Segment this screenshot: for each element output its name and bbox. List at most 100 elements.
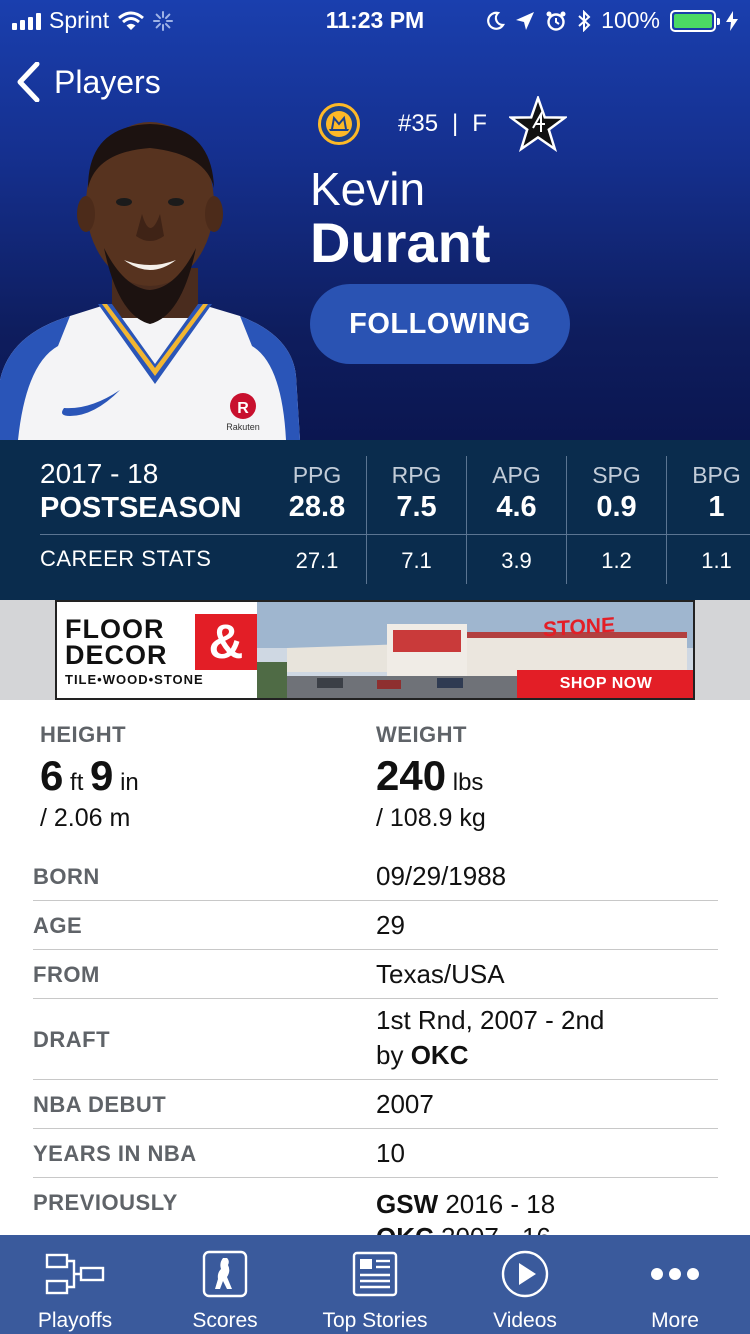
stat-career-value: 3.9	[501, 548, 532, 573]
tab-videos[interactable]: Videos	[450, 1235, 600, 1334]
previous-years: 2007 - 16	[441, 1222, 551, 1235]
height-feet-unit: ft	[70, 769, 84, 796]
height-inches-unit: in	[120, 769, 139, 796]
tab-label: Videos	[493, 1309, 557, 1332]
player-first-name: Kevin	[310, 163, 426, 215]
previous-years: 2016 - 18	[445, 1189, 556, 1219]
stat-career-value: 27.1	[295, 548, 339, 573]
player-meta: #35 | F	[318, 96, 567, 152]
stat-header: RPG	[391, 462, 442, 488]
player-bio: HEIGHT 6 ft 9 in / 2.06 m WEIGHT 240 lbs…	[0, 700, 750, 1235]
status-bar: Sprint 11:23 PM 100%	[0, 0, 750, 40]
charging-icon	[726, 10, 738, 31]
player-position: F	[472, 110, 487, 137]
back-label: Players	[54, 63, 161, 100]
stat-value: 1	[708, 491, 725, 523]
player-header: Sprint 11:23 PM 100% Players R Rakuten #…	[0, 0, 750, 440]
stat-header: BPG	[692, 462, 741, 488]
tab-label: More	[651, 1309, 699, 1332]
advertisement-banner[interactable]: FLOOR DECOR & TILE•WOOD•STONE STONE SHOP…	[55, 600, 695, 700]
row-value: 1st Rnd, 2007 - 2nd	[376, 1005, 605, 1035]
stat-career-value: 7.1	[401, 548, 432, 573]
height-feet: 6	[40, 752, 64, 799]
height-metric: / 2.06 m	[40, 804, 131, 832]
stat-column-apg: APG 4.6 3.9	[466, 456, 566, 584]
row-value: 2007	[376, 1089, 434, 1119]
stat-column-ppg: PPG 28.8 27.1	[267, 456, 367, 584]
player-last-name: Durant	[310, 211, 491, 274]
tab-bar: Playoffs Scores Top Stories Videos More	[0, 1235, 750, 1334]
season-type: POSTSEASON	[40, 492, 242, 524]
stat-column-bpg: BPG 1 1.1	[666, 456, 750, 584]
row-label: PREVIOUSLY	[33, 1190, 178, 1215]
previous-team[interactable]: GSW	[376, 1189, 438, 1219]
tab-playoffs[interactable]: Playoffs	[0, 1235, 150, 1334]
previous-team-row: OKC 2007 - 16	[376, 1222, 551, 1235]
row-value: 09/29/1988	[376, 861, 507, 891]
row-value: 29	[376, 910, 405, 940]
bio-row-age: AGE 29	[33, 901, 718, 950]
bluetooth-icon	[578, 9, 591, 32]
bio-row-born: BORN 09/29/1988	[33, 852, 718, 901]
weight-number: 240	[376, 752, 447, 799]
weight-unit: lbs	[452, 769, 484, 796]
previous-team[interactable]: OKC	[376, 1222, 434, 1235]
row-label: BORN	[33, 864, 100, 889]
tab-scores[interactable]: Scores	[150, 1235, 300, 1334]
row-value-draft-team: by OKC	[376, 1040, 468, 1071]
bracket-icon	[45, 1253, 105, 1295]
bio-row-debut: NBA DEBUT 2007	[33, 1080, 718, 1129]
warriors-logo-icon[interactable]	[318, 103, 360, 145]
alarm-icon	[546, 11, 566, 31]
bio-row-previously: PREVIOUSLY GSW 2016 - 18 OKC 2007 - 16	[33, 1178, 718, 1235]
tab-top-stories[interactable]: Top Stories	[300, 1235, 450, 1334]
jersey-number: #35	[398, 110, 439, 137]
ad-logo-ampersand: &	[195, 614, 257, 670]
meta-separator: |	[452, 110, 459, 137]
row-label: DRAFT	[33, 1027, 111, 1052]
season-stats-panel: 2017 - 18 POSTSEASON CAREER STATS PPG 28…	[0, 440, 750, 600]
stat-header: PPG	[292, 462, 342, 488]
moon-icon	[487, 11, 506, 30]
stat-value: 4.6	[496, 491, 537, 523]
tab-more[interactable]: More	[600, 1235, 750, 1334]
stat-career-value: 1.2	[601, 548, 632, 573]
row-label: AGE	[33, 913, 83, 938]
weight-metric: / 108.9 kg	[376, 804, 486, 832]
bio-row-years: YEARS IN NBA 10	[33, 1129, 718, 1178]
ad-logo-tagline: TILE•WOOD•STONE	[65, 672, 204, 687]
news-icon	[352, 1251, 398, 1297]
previous-team-row: GSW 2016 - 18	[376, 1189, 555, 1220]
career-stats-label: CAREER STATS	[40, 546, 212, 571]
season-year: 2017 - 18	[40, 458, 159, 489]
tab-label: Playoffs	[37, 1309, 113, 1332]
bio-row-draft: DRAFT 1st Rnd, 2007 - 2nd by OKC	[33, 999, 718, 1080]
stat-career-value: 1.1	[701, 548, 732, 573]
bio-row-from: FROM Texas/USA	[33, 950, 718, 999]
stat-column-rpg: RPG 7.5 7.1	[366, 456, 466, 584]
height-label: HEIGHT	[40, 722, 127, 747]
stat-column-spg: SPG 0.9 1.2	[566, 456, 666, 584]
stat-header: APG	[492, 462, 541, 488]
player-photo: R Rakuten	[0, 122, 300, 440]
shop-now-button[interactable]: SHOP NOW	[517, 670, 693, 698]
scoreboard-icon	[202, 1250, 248, 1298]
battery-percent: 100%	[601, 7, 660, 33]
row-value: Texas/USA	[376, 959, 505, 989]
height-inches: 9	[90, 752, 114, 799]
battery-icon	[670, 9, 720, 32]
stat-value: 28.8	[288, 491, 346, 523]
tab-label: Scores	[192, 1309, 258, 1332]
height-value: 6 ft 9 in	[40, 752, 139, 800]
draft-team[interactable]: OKC	[411, 1040, 469, 1070]
back-button[interactable]: Players	[16, 62, 161, 102]
row-value: 10	[376, 1138, 405, 1168]
row-label: FROM	[33, 962, 100, 987]
svg-text:R: R	[237, 400, 249, 417]
stat-value: 0.9	[596, 491, 637, 523]
weight-value: 240 lbs	[376, 752, 483, 800]
following-button[interactable]: FOLLOWING	[310, 284, 570, 364]
ad-logo: FLOOR DECOR & TILE•WOOD•STONE	[65, 614, 257, 687]
play-icon	[501, 1250, 549, 1298]
more-icon	[651, 1268, 699, 1280]
